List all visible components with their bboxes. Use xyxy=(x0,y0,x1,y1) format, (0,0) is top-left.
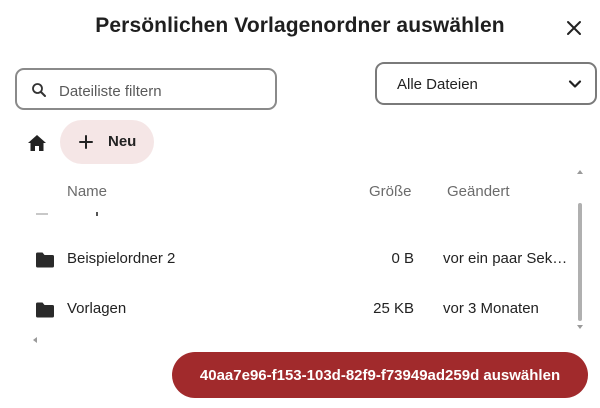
partially-hidden-row xyxy=(36,213,48,215)
column-header-modified[interactable]: Geändert xyxy=(447,183,510,200)
search-input[interactable] xyxy=(57,79,271,103)
file-name: Vorlagen xyxy=(67,300,127,317)
column-header-size[interactable]: Größe xyxy=(369,183,412,200)
file-size: 0 B xyxy=(391,250,414,267)
file-modified: vor 3 Monaten xyxy=(443,300,539,317)
close-icon xyxy=(567,21,581,35)
home-button[interactable] xyxy=(24,130,50,156)
new-button[interactable]: Neu xyxy=(60,120,154,164)
file-type-select[interactable]: Alle Dateien xyxy=(375,62,597,105)
home-icon xyxy=(28,135,46,151)
folder-picker-dialog: Persönlichen Vorlagenordner auswählen Al… xyxy=(0,0,600,408)
table-row[interactable]: Beispielordner 2 0 B vor ein paar Sekund… xyxy=(20,236,576,284)
scroll-up-arrow[interactable] xyxy=(577,170,583,174)
file-size: 25 KB xyxy=(373,300,414,317)
vertical-scrollbar[interactable] xyxy=(578,203,582,321)
column-header-name[interactable]: Name xyxy=(67,183,107,200)
new-button-label: Neu xyxy=(108,133,137,150)
table-row[interactable]: Vorlagen 25 KB vor 3 Monaten xyxy=(20,286,576,334)
partially-hidden-row-text xyxy=(96,212,98,216)
dialog-title: Persönlichen Vorlagenordner auswählen xyxy=(95,14,505,37)
choose-folder-button[interactable]: 40aa7e96-f153-103d-82f9-f73949ad259d aus… xyxy=(172,352,588,398)
close-button[interactable] xyxy=(560,14,588,42)
scroll-left-arrow[interactable] xyxy=(33,337,37,343)
search-field[interactable] xyxy=(15,68,277,110)
folder-icon xyxy=(36,302,54,318)
file-modified: vor ein paar Sekunden xyxy=(443,250,574,267)
plus-icon xyxy=(79,135,93,149)
chevron-down-icon xyxy=(568,80,582,88)
file-name: Beispielordner 2 xyxy=(67,250,176,267)
scroll-down-arrow[interactable] xyxy=(577,325,583,329)
file-type-select-value: Alle Dateien xyxy=(397,76,478,93)
search-icon xyxy=(32,83,46,97)
folder-icon xyxy=(36,252,54,268)
